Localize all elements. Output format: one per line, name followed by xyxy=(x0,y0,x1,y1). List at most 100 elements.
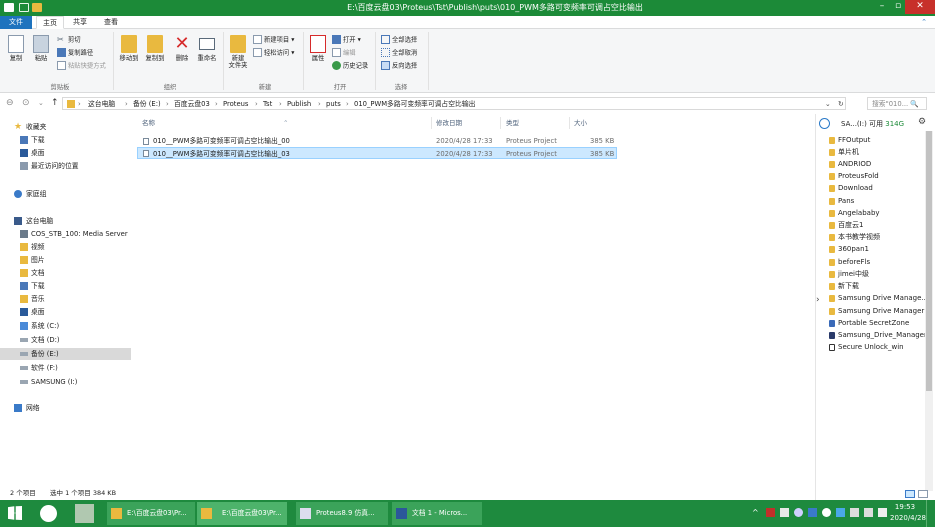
file-row-selected[interactable]: 010__PWM多路可变频率可调占空比输出_03 2020/4/28 17:33… xyxy=(137,147,617,159)
invert-selection-button[interactable]: 反向选择 xyxy=(381,61,417,71)
nav-desktop[interactable]: 桌面 xyxy=(0,147,131,159)
edit-button[interactable]: 编辑 xyxy=(332,48,356,58)
clock[interactable]: 19:53 2020/4/28 xyxy=(890,502,926,524)
large-icons-view-icon[interactable] xyxy=(918,490,928,498)
nav-recent[interactable]: 最近访问的位置 xyxy=(0,160,131,172)
taskbar-explorer-2[interactable]: E:\百度云盘03\Pr... xyxy=(197,502,287,525)
search-input[interactable]: 搜索"010... 🔍 xyxy=(867,97,927,110)
nav-music[interactable]: 音乐 xyxy=(0,293,131,305)
tray-app-icon[interactable] xyxy=(780,508,789,517)
details-view-icon[interactable] xyxy=(905,490,915,498)
breadcrumb-tst[interactable]: Tst xyxy=(263,99,272,109)
show-hidden-icons-icon[interactable]: ^ xyxy=(752,508,761,517)
maximize-button[interactable]: ▫ xyxy=(891,0,905,14)
copy-path-button[interactable]: 复制路径 xyxy=(57,48,93,58)
nav-homegroup[interactable]: 家庭组 xyxy=(0,188,131,200)
list-item[interactable]: ANDRIOD xyxy=(829,158,871,170)
nav-drive-d[interactable]: 文档 (D:) xyxy=(0,334,131,346)
recent-dropdown-icon[interactable]: ⌄ xyxy=(38,98,44,109)
tray-app-icon[interactable] xyxy=(836,508,845,517)
nav-this-pc[interactable]: 这台电脑 xyxy=(0,215,131,227)
paste-button[interactable]: 粘贴 xyxy=(31,35,51,62)
breadcrumb-proteus[interactable]: Proteus xyxy=(223,99,248,109)
list-item[interactable]: 新下载 xyxy=(829,280,859,292)
minimize-button[interactable]: – xyxy=(873,0,891,14)
up-arrow-icon[interactable]: ↑ xyxy=(51,98,59,109)
delete-button[interactable]: ✕ 删除 xyxy=(172,35,192,63)
nav-drive-f[interactable]: 软件 (F:) xyxy=(0,362,131,374)
nav-drive-c[interactable]: 系统 (C:) xyxy=(0,320,131,332)
taskbar-word[interactable]: 文档 1 - Micros... xyxy=(392,502,482,525)
address-dropdown-icon[interactable]: ⌄ xyxy=(825,99,831,109)
select-none-button[interactable]: 全部取消 xyxy=(381,48,417,58)
paste-shortcut-button[interactable]: 粘贴快捷方式 xyxy=(57,61,106,71)
list-item[interactable]: Portable SecretZone xyxy=(829,317,909,329)
list-item[interactable]: Samsung Drive Manager xyxy=(829,305,924,317)
list-item[interactable]: Secure Unlock_win xyxy=(829,341,904,353)
history-button[interactable]: 历史记录 xyxy=(332,61,368,71)
list-item[interactable]: 单片机 xyxy=(829,146,859,158)
nav-pc-downloads[interactable]: 下载 xyxy=(0,280,131,292)
list-item[interactable]: FFOutput xyxy=(829,134,870,146)
nav-pictures[interactable]: 图片 xyxy=(0,254,131,266)
list-item[interactable]: Angelababy xyxy=(829,207,880,219)
expand-chevron-icon[interactable]: › xyxy=(816,295,820,305)
new-item-button[interactable]: 新建项目 ▾ xyxy=(253,35,294,45)
breadcrumb-current-folder[interactable]: 010_PWM多路可变频率可调占空比输出 xyxy=(354,99,475,109)
list-item[interactable]: beforeFls xyxy=(829,256,870,268)
app-thumbnail-icon[interactable] xyxy=(75,504,94,523)
tab-home[interactable]: 主页 xyxy=(36,16,64,29)
tray-app-icon[interactable] xyxy=(822,508,831,517)
open-button[interactable]: 打开 ▾ xyxy=(332,35,361,45)
nav-network[interactable]: 网络 xyxy=(0,402,131,414)
security-icon[interactable] xyxy=(808,508,817,517)
quick-access-new-folder-icon[interactable] xyxy=(32,3,42,12)
cut-button[interactable]: ✂ 剪切 xyxy=(57,35,81,45)
new-folder-button[interactable]: 新建 文件夹 xyxy=(227,35,249,69)
column-header-size[interactable]: 大小 xyxy=(574,117,587,129)
ribbon-collapse-icon[interactable]: ⌃ xyxy=(918,16,930,29)
nav-downloads[interactable]: 下载 xyxy=(0,134,131,146)
nav-pc-desktop[interactable]: 桌面 xyxy=(0,306,131,318)
properties-button[interactable]: 属性 xyxy=(308,35,328,62)
volume-icon[interactable] xyxy=(864,508,873,517)
column-header-type[interactable]: 类型 xyxy=(506,117,519,129)
list-item[interactable]: Download xyxy=(829,182,873,194)
gear-icon[interactable]: ⚙ xyxy=(918,117,926,127)
file-row[interactable]: 010__PWM多路可变频率可调占空比输出_00 2020/4/28 17:33… xyxy=(137,135,617,147)
list-item[interactable]: ProteusFold xyxy=(829,170,879,182)
list-item[interactable]: 本书教学视频 xyxy=(829,231,880,243)
close-button[interactable]: ✕ xyxy=(905,0,935,14)
tab-file[interactable]: 文件 xyxy=(0,16,32,29)
address-bar[interactable]: › 这台电脑 › 备份 (E:) › 百度云盘03 › Proteus › Ts… xyxy=(62,97,846,110)
taskbar-explorer-1[interactable]: E:\百度云盘03\Pr... xyxy=(107,502,195,525)
breadcrumb-publish[interactable]: Publish xyxy=(287,99,311,109)
refresh-icon[interactable]: ↻ xyxy=(838,99,844,109)
scrollbar[interactable] xyxy=(925,131,933,491)
show-desktop-button[interactable] xyxy=(926,500,935,527)
list-item[interactable]: 百度云1 xyxy=(829,219,863,231)
list-item[interactable]: 360pan1 xyxy=(829,243,869,255)
copy-to-button[interactable]: 复制到 xyxy=(143,35,167,62)
tab-share[interactable]: 共享 xyxy=(66,16,94,29)
list-item[interactable]: Pans xyxy=(829,195,854,207)
nav-drive-e[interactable]: 备份 (E:) xyxy=(0,348,131,360)
windows-start-icon[interactable] xyxy=(8,506,22,520)
tab-view[interactable]: 查看 xyxy=(97,16,125,29)
taskbar-proteus[interactable]: Proteus8.9 仿真... xyxy=(296,502,388,525)
easy-access-button[interactable]: 轻松访问 ▾ xyxy=(253,48,294,58)
breadcrumb-drive-e[interactable]: 备份 (E:) xyxy=(133,99,161,109)
forward-icon[interactable]: ⊙ xyxy=(22,98,30,109)
list-item[interactable]: jimei中级 xyxy=(829,268,869,280)
ie-icon[interactable] xyxy=(40,505,57,522)
nav-media-server[interactable]: COS_STB_100: Media Server xyxy=(0,228,131,240)
column-header-name[interactable]: 名称 xyxy=(142,117,155,129)
bluetooth-icon[interactable] xyxy=(794,508,803,517)
copy-button[interactable]: 复制 xyxy=(6,35,26,62)
move-to-button[interactable]: 移动到 xyxy=(117,35,141,62)
column-header-date[interactable]: 修改日期 xyxy=(436,117,462,129)
nav-drive-i[interactable]: SAMSUNG (I:) xyxy=(0,376,131,388)
breadcrumb-baidu03[interactable]: 百度云盘03 xyxy=(174,99,210,109)
list-item[interactable]: Samsung_Drive_Manager xyxy=(829,329,927,341)
nav-documents[interactable]: 文档 xyxy=(0,267,131,279)
